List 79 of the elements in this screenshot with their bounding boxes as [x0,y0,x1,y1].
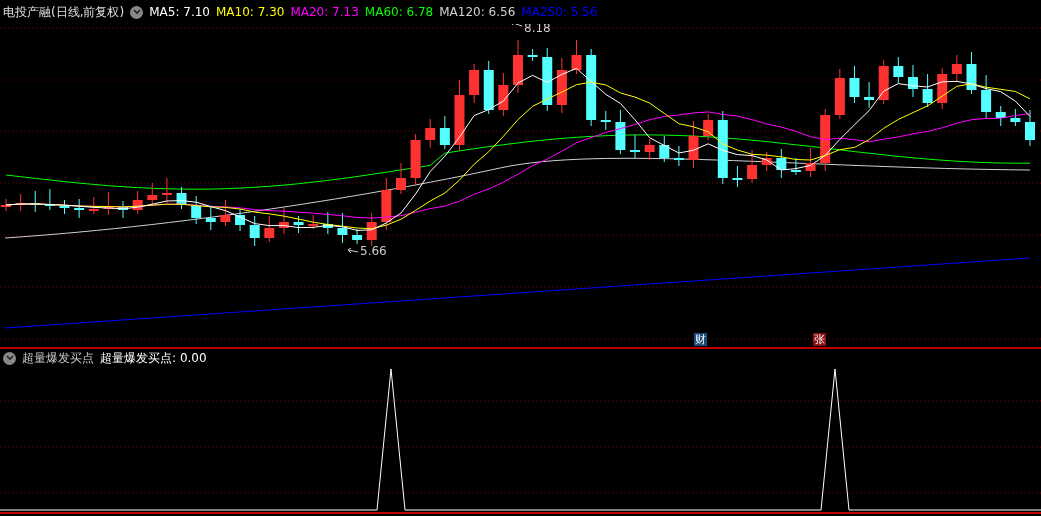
moving-average-value: MA250: 5.56 [521,4,598,21]
indicator-name: 超量爆发买点 [22,350,94,367]
candlestick [761,151,772,172]
candlestick [176,186,187,210]
candlestick [425,118,436,149]
candlestick [337,212,348,244]
event-marker[interactable]: 财 [694,333,707,346]
candlestick [191,195,202,225]
candlestick [249,215,260,247]
candlestick [235,208,246,232]
candlestick [483,60,494,115]
candlestick [688,120,699,169]
candlestick [513,39,523,94]
candlestick [220,199,231,227]
candlestick [893,56,904,84]
candlestick [556,57,567,114]
candlestick [995,105,1006,127]
chart-title: 电投产融(日线,前复权) [3,4,125,21]
moving-average-value: MA60: 6.78 [364,4,434,21]
candlestick [1,198,11,212]
moving-average-value: MA5: 7.10 [149,4,210,21]
candlestick [981,74,992,119]
candlestick [747,149,758,184]
dropdown-icon[interactable] [3,351,16,365]
candlestick [922,73,933,108]
candlestick [600,110,611,131]
candlestick [673,145,684,167]
candlestick [849,65,860,104]
moving-average-value: MA120: 6.56 [439,4,516,21]
event-marker[interactable]: 张 [813,333,826,346]
candlestick [118,200,129,219]
candlestick [366,212,377,247]
candlestick [542,47,553,112]
candlestick [74,198,85,219]
candlestick [615,109,626,155]
candlestick [820,108,831,172]
candlestick [352,228,363,245]
candlestick [132,190,143,215]
candlestick [44,188,55,211]
candlestick [966,51,977,95]
candlestick [410,133,421,185]
candlestick [381,177,392,231]
candlestick [878,59,889,105]
candlestick [59,199,70,215]
candlestick [732,165,743,188]
candlestick [103,191,114,216]
candlestick [322,211,333,235]
candlestick [161,177,172,204]
candlestick [293,215,304,234]
candlestick [805,147,816,178]
low-price-label: 5.66 [360,244,387,258]
dropdown-icon[interactable] [130,5,144,19]
indicator-value: 超量爆发买点: 0.00 [100,350,207,367]
candlestick [1025,109,1035,147]
moving-average-value: MA10: 7.30 [216,4,285,21]
candlestick [1010,108,1021,127]
candlestick [630,134,641,159]
candlestick [776,148,787,179]
candlestick [88,196,99,215]
candlestick [278,206,289,235]
candlestick [439,115,450,150]
moving-average-value: MA20: 7.13 [290,4,359,21]
candlestick [864,81,875,109]
candlestick [469,63,480,104]
candlestick [659,135,670,163]
candlestick [790,157,801,176]
candlestick [571,39,582,75]
candlestick [644,138,655,161]
candlestick [951,54,962,83]
candlestick [937,67,948,110]
candlestick [395,162,406,195]
candlestick [205,205,216,231]
candlestick [308,214,319,230]
candlestick [264,215,275,243]
candlestick [907,64,918,98]
candlestick [527,48,538,62]
candlestick [498,72,509,117]
candlestick [834,68,845,120]
candlestick [703,113,714,141]
